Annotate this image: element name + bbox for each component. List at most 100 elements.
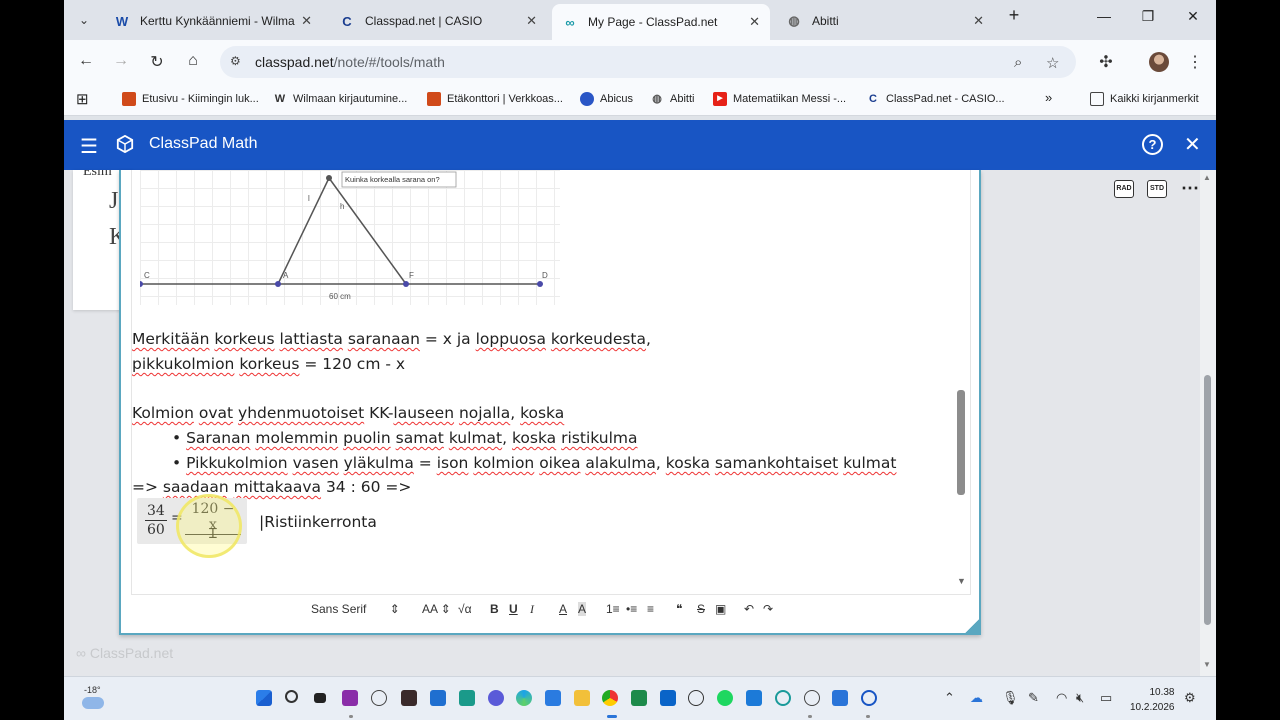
italic-button[interactable]: I	[530, 602, 534, 617]
media-icon[interactable]	[401, 690, 417, 706]
minimize-button[interactable]: —	[1090, 8, 1118, 24]
globe-icon: ◍	[788, 13, 800, 28]
bold-button[interactable]: B	[490, 602, 499, 616]
system-clock[interactable]: 10.38 10.2.2026	[1130, 685, 1175, 715]
app-blue2-icon[interactable]	[832, 690, 848, 706]
tab-my-page[interactable]: ∞ My Page - ClassPad.net ✕	[552, 4, 770, 40]
bullet-list-button[interactable]: •≡	[626, 602, 637, 616]
site-info-icon[interactable]: ⚙	[230, 54, 241, 68]
excel-like-icon[interactable]	[459, 690, 475, 706]
all-bookmarks-folder[interactable]: Kaikki kirjanmerkit	[1090, 92, 1199, 106]
tab-close-icon[interactable]: ✕	[301, 13, 312, 29]
apps-grid-icon[interactable]: ⊞	[76, 90, 89, 108]
chatgpt-icon[interactable]	[688, 690, 704, 706]
battery-icon[interactable]: ▭	[1100, 690, 1112, 706]
excel-icon[interactable]	[631, 690, 647, 706]
insert-image-button[interactable]: ▣	[715, 602, 726, 616]
tab-close-icon[interactable]: ✕	[749, 14, 760, 30]
browser-toolbar: ← → ↻ ⌂ ⚙ classpad.net/note/#/tools/math…	[64, 40, 1216, 84]
app-blue-icon[interactable]	[746, 690, 762, 706]
app-circle-icon[interactable]	[861, 690, 877, 706]
bookmark-etakonttori[interactable]: Etäkonttori | Verkkoas...	[427, 92, 563, 106]
wifi-icon[interactable]: ◠	[1056, 690, 1067, 706]
profile-avatar[interactable]	[1149, 52, 1169, 72]
extensions-icon[interactable]: ✣	[1095, 52, 1117, 72]
pen-icon[interactable]: ✎	[1028, 690, 1039, 706]
app-teal-icon[interactable]	[775, 690, 791, 706]
help-icon[interactable]: ?	[1142, 134, 1163, 155]
tab-search-button[interactable]: ⌄	[72, 8, 96, 32]
underline-button[interactable]: U	[509, 602, 518, 616]
more-options-icon[interactable]: ⋯	[1181, 178, 1200, 199]
bookmark-matematiikan-messi[interactable]: ▶ Matematiikan Messi -...	[713, 92, 846, 106]
quote-button[interactable]: ❝	[676, 602, 682, 616]
undo-button[interactable]: ↶	[744, 602, 754, 616]
triangle-figure-image: Kuinka korkealla sarana on? C A F D l h …	[140, 170, 560, 305]
browser-menu-icon[interactable]: ⋮	[1184, 52, 1206, 72]
reload-button[interactable]: ↻	[146, 52, 168, 72]
align-button[interactable]: ≡	[647, 602, 654, 616]
teams-chat-icon[interactable]	[342, 690, 358, 706]
note-editor-content[interactable]: Kuinka korkealla sarana on? C A F D l h …	[131, 170, 971, 595]
resize-handle[interactable]	[963, 617, 981, 635]
format-toolbar: Sans Serif ⇕ AA ⇕ √α B U I A A 1≡ •≡ ≡ ❝…	[131, 594, 971, 624]
home-button[interactable]: ⌂	[182, 52, 204, 70]
new-tab-button[interactable]: +	[1000, 5, 1028, 26]
editor-scroll-down-icon[interactable]: ▼	[957, 576, 966, 586]
copilot-icon[interactable]	[371, 690, 387, 706]
tab-classpad-casio[interactable]: C Classpad.net | CASIO ✕	[329, 6, 547, 36]
redo-button[interactable]: ↷	[763, 602, 773, 616]
side-label-l: l	[308, 194, 310, 203]
restore-button[interactable]: ❐	[1134, 8, 1162, 25]
tray-overflow-icon[interactable]: ⌃	[944, 690, 955, 706]
onedrive-icon[interactable]: ☁	[970, 690, 983, 706]
page-scroll-thumb[interactable]	[1204, 375, 1211, 625]
tab-close-icon[interactable]: ✕	[526, 13, 537, 29]
editor-scroll-thumb[interactable]	[957, 390, 965, 495]
store-icon[interactable]	[545, 690, 561, 706]
microphone-icon[interactable]: 🎙︎	[1002, 690, 1019, 706]
volume-muted-icon[interactable]: 🔇︎	[1076, 690, 1084, 706]
back-button[interactable]: ←	[75, 52, 97, 70]
hamburger-menu-icon[interactable]: ☰	[80, 134, 98, 159]
address-bar[interactable]: ⚙ classpad.net/note/#/tools/math ⌕ ☆	[220, 46, 1076, 78]
strikethrough-button[interactable]: S	[697, 602, 705, 616]
std-mode-button[interactable]: STD	[1147, 180, 1167, 198]
windows-start-icon[interactable]	[256, 690, 272, 706]
weather-cloud-icon[interactable]	[82, 697, 104, 709]
bookmark-etusivu[interactable]: Etusivu - Kiimingin luk...	[122, 92, 259, 106]
search-icon[interactable]	[285, 690, 298, 703]
bookmark-abicus[interactable]: Abicus	[580, 92, 633, 106]
outlook-icon[interactable]	[660, 690, 676, 706]
bookmark-abitti[interactable]: ◍ Abitti	[650, 92, 694, 106]
rad-mode-button[interactable]: RAD	[1114, 180, 1134, 198]
font-size-button[interactable]: AA ⇕	[422, 602, 451, 616]
text-color-button[interactable]: A	[559, 602, 567, 616]
zoom-icon[interactable]: ⌕	[1014, 54, 1022, 71]
math-insert-button[interactable]: √α	[458, 602, 472, 616]
numbered-list-button[interactable]: 1≡	[606, 602, 620, 616]
font-select[interactable]: Sans Serif ⇕	[311, 602, 400, 616]
tab-close-icon[interactable]: ✕	[973, 13, 984, 29]
spotify-icon[interactable]	[717, 690, 733, 706]
tab-abitti[interactable]: ◍ Abitti ✕	[776, 6, 994, 36]
file-explorer-icon[interactable]	[574, 690, 590, 706]
task-view-icon[interactable]	[314, 693, 326, 703]
teams-icon[interactable]	[488, 690, 504, 706]
close-window-button[interactable]: ✕	[1179, 8, 1207, 25]
chrome-icon[interactable]	[602, 690, 618, 706]
page-scrollbar[interactable]: ▲ ▼	[1200, 170, 1216, 676]
forward-button[interactable]: →	[110, 52, 132, 70]
highlight-color-button[interactable]: A	[578, 602, 587, 616]
bookmark-classpad-casio[interactable]: C ClassPad.net - CASIO...	[866, 92, 1005, 106]
notification-icon[interactable]: ⚙	[1184, 690, 1196, 706]
bookmark-star-icon[interactable]: ☆	[1046, 54, 1059, 72]
more-bookmarks-button[interactable]: »	[1045, 90, 1052, 105]
settings-icon[interactable]	[804, 690, 820, 706]
close-app-icon[interactable]: ✕	[1184, 132, 1201, 157]
edge-icon[interactable]	[516, 690, 532, 706]
point-label-a: A	[283, 271, 289, 280]
tab-wilma[interactable]: W Kerttu Kynkäänniemi - Wilma ✕	[104, 6, 322, 36]
bookmark-wilma[interactable]: W Wilmaan kirjautumine...	[273, 92, 408, 106]
mail-icon[interactable]	[430, 690, 446, 706]
